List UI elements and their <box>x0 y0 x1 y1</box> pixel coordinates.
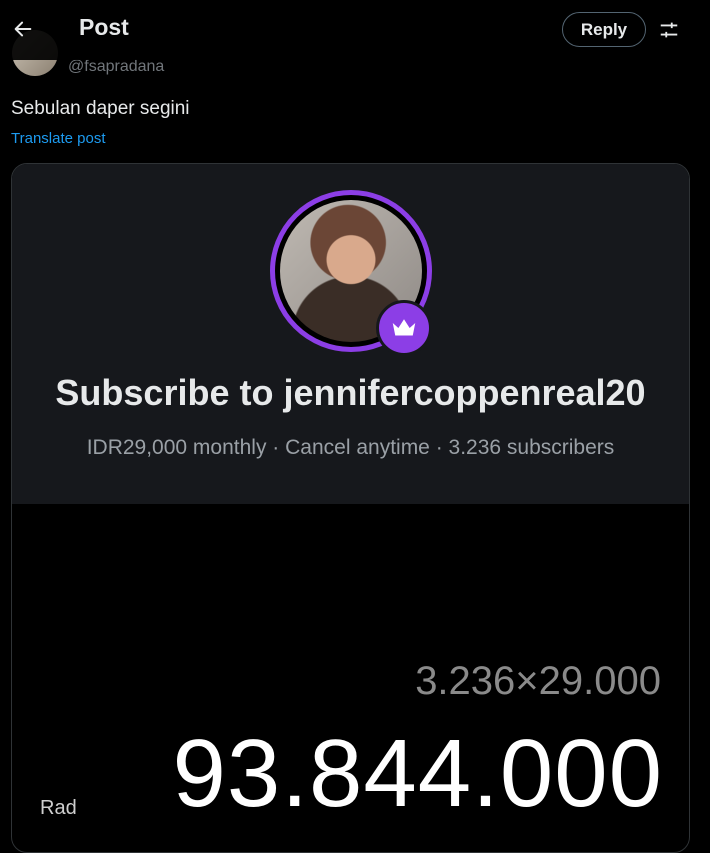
reply-button[interactable]: Reply <box>562 12 646 47</box>
tweet-text: Sebulan daper segini <box>11 98 190 119</box>
top-bar: Post Reply <box>0 0 710 60</box>
subscribe-panel: Subscribe to jennifercoppenreal20 IDR29,… <box>12 164 689 504</box>
subscribe-info: IDR29,000 monthly · Cancel anytime · 3.2… <box>86 436 615 459</box>
calculator-expression: 3.236×29.000 <box>415 659 661 703</box>
page-title: Post <box>79 14 129 40</box>
crown-badge <box>376 300 432 356</box>
settings-sliders-icon <box>660 22 678 38</box>
back-arrow-icon <box>14 21 32 37</box>
translate-link[interactable]: Translate post <box>11 130 106 147</box>
author-handle[interactable]: @fsapradana <box>68 58 164 76</box>
crown-icon <box>392 319 416 336</box>
settings-button[interactable] <box>655 16 683 44</box>
back-button[interactable] <box>6 12 40 46</box>
calculator-mode: Rad <box>40 797 77 819</box>
subscribe-title: Subscribe to jennifercoppenreal20 <box>55 372 646 413</box>
calculator-result: 93.844.000 <box>172 720 663 827</box>
media-image[interactable]: Subscribe to jennifercoppenreal20 IDR29,… <box>11 163 690 853</box>
